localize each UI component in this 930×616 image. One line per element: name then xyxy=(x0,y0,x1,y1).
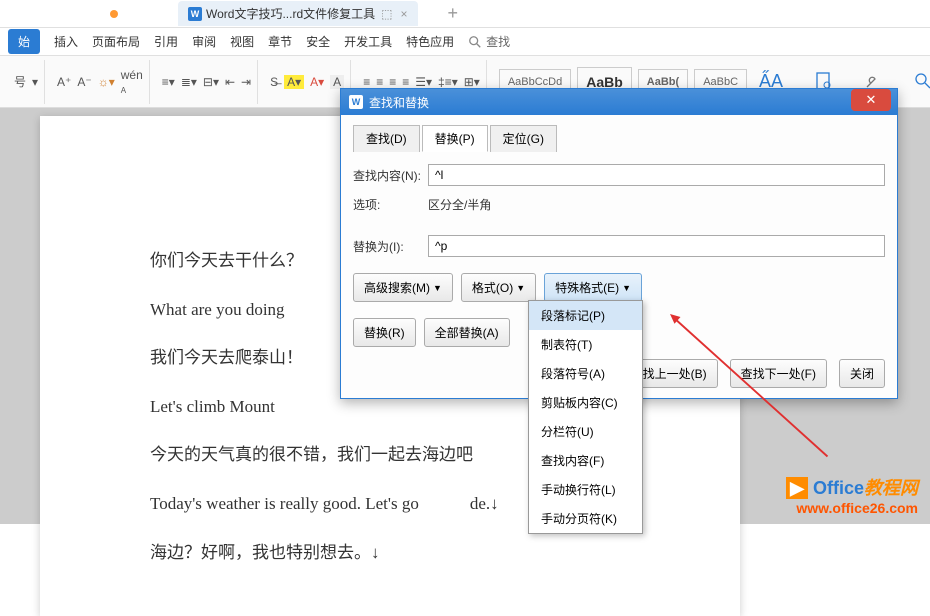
font-format-group: S̶ A▾ A▾ A xyxy=(264,60,351,104)
font-style-group: A⁺ A⁻ ☼▾ wénA xyxy=(51,60,150,104)
chevron-down-icon: ▼ xyxy=(622,283,631,293)
menu-view[interactable]: 视图 xyxy=(230,33,254,50)
font-color-icon[interactable]: A▾ xyxy=(310,75,324,89)
close-tab-icon[interactable]: × xyxy=(400,7,407,21)
align-justify-icon[interactable]: ≡ xyxy=(402,75,409,89)
strikethrough-icon[interactable]: S̶ xyxy=(270,75,278,89)
bullet-list-icon[interactable]: ≡▾ xyxy=(162,75,175,89)
menu-search[interactable]: 查找 xyxy=(468,33,510,50)
increase-font-icon[interactable]: A⁺ xyxy=(57,75,71,89)
special-format-button[interactable]: 特殊格式(E)▼ xyxy=(544,273,642,302)
list-group: ≡▾ ≣▾ ⊟▾ ⇤ ⇥ xyxy=(156,60,258,104)
shading-icon[interactable]: A xyxy=(330,75,344,89)
word-icon: W xyxy=(349,95,363,109)
align-right-icon[interactable]: ≡ xyxy=(389,75,396,89)
replace-input[interactable] xyxy=(428,235,885,257)
align-center-icon[interactable]: ≡ xyxy=(376,75,383,89)
dialog-title-text: 查找和替换 xyxy=(369,94,429,111)
watermark-url: www.office26.com xyxy=(786,500,918,516)
multilevel-list-icon[interactable]: ⊟▾ xyxy=(203,75,219,89)
line-spacing-icon[interactable]: ‡≡▾ xyxy=(438,75,458,89)
borders-icon[interactable]: ⊞▾ xyxy=(464,75,480,89)
menu-insert[interactable]: 插入 xyxy=(54,33,78,50)
menu-item-column-break[interactable]: 分栏符(U) xyxy=(529,417,642,446)
distribute-icon[interactable]: ☰▾ xyxy=(415,75,432,89)
menu-special[interactable]: 特色应用 xyxy=(406,33,454,50)
replace-label: 替换为(I): xyxy=(353,238,428,255)
menu-references[interactable]: 引用 xyxy=(154,33,178,50)
menu-chapter[interactable]: 章节 xyxy=(268,33,292,50)
watermark-brand-icon: ▶ xyxy=(786,477,808,499)
dialog-tabs: 查找(D) 替换(P) 定位(G) xyxy=(353,125,885,152)
options-label: 选项: xyxy=(353,196,428,213)
paragraph: 海边？好啊，我也特别想去。↓ xyxy=(150,538,690,569)
special-format-menu: 段落标记(P) 制表符(T) 段落符号(A) 剪贴板内容(C) 分栏符(U) 查… xyxy=(528,300,643,534)
font-dropdown-icon[interactable]: ▾ xyxy=(32,75,38,89)
font-size-label: 号 xyxy=(14,73,26,90)
tab-replace[interactable]: 替换(P) xyxy=(422,125,488,152)
options-row: 选项: 区分全/半角 xyxy=(353,196,885,213)
align-left-icon[interactable]: ≡ xyxy=(363,75,370,89)
replace-all-button[interactable]: 全部替换(A) xyxy=(424,318,510,347)
new-tab-button[interactable]: + xyxy=(448,3,459,24)
replace-button[interactable]: 替换(R) xyxy=(353,318,416,347)
menu-review[interactable]: 审阅 xyxy=(192,33,216,50)
button-row-1: 高级搜索(M)▼ 格式(O)▼ 特殊格式(E)▼ xyxy=(353,273,885,302)
doc-tab-label: Word文字技巧...rd文件修复工具 xyxy=(206,5,375,22)
dialog-close-button[interactable]: ✕ xyxy=(851,89,891,111)
menu-item-paragraph-mark[interactable]: 段落标记(P) xyxy=(529,301,642,330)
menu-item-paragraph-symbol[interactable]: 段落符号(A) xyxy=(529,359,642,388)
decrease-indent-icon[interactable]: ⇤ xyxy=(225,75,235,89)
find-input[interactable] xyxy=(428,164,885,186)
format-button[interactable]: 格式(O)▼ xyxy=(461,273,536,302)
menu-security[interactable]: 安全 xyxy=(306,33,330,50)
find-label: 查找内容(N): xyxy=(353,167,428,184)
decrease-font-icon[interactable]: A⁻ xyxy=(77,75,91,89)
font-size-group: 号 ▾ xyxy=(8,60,45,104)
highlight-icon[interactable]: A▾ xyxy=(284,75,304,89)
menu-item-manual-line-break[interactable]: 手动换行符(L) xyxy=(529,475,642,504)
watermark: ▶ Office教程网 www.office26.com xyxy=(786,474,918,516)
pinyin-icon[interactable]: wénA xyxy=(121,68,143,96)
number-list-icon[interactable]: ≣▾ xyxy=(181,75,197,89)
find-next-button[interactable]: 查找下一处(F) xyxy=(730,359,827,388)
chevron-down-icon: ▼ xyxy=(516,283,525,293)
tab-goto[interactable]: 定位(G) xyxy=(490,125,557,152)
menu-devtools[interactable]: 开发工具 xyxy=(344,33,392,50)
menu-item-manual-page-break[interactable]: 手动分页符(K) xyxy=(529,504,642,533)
menu-start[interactable]: 始 xyxy=(8,29,40,54)
menu-item-find-content[interactable]: 查找内容(F) xyxy=(529,446,642,475)
word-icon: W xyxy=(188,7,202,21)
options-value: 区分全/半角 xyxy=(428,196,491,213)
modified-indicator xyxy=(110,10,118,18)
close-button[interactable]: 关闭 xyxy=(839,359,885,388)
zoom-icon[interactable] xyxy=(913,71,930,91)
menu-item-tab[interactable]: 制表符(T) xyxy=(529,330,642,359)
chevron-down-icon: ▼ xyxy=(433,283,442,293)
watermark-text-1: Office xyxy=(813,478,864,498)
watermark-text-2: 教程网 xyxy=(864,478,918,498)
menu-layout[interactable]: 页面布局 xyxy=(92,33,140,50)
dialog-titlebar[interactable]: W 查找和替换 ✕ xyxy=(341,89,897,115)
titlebar: W Word文字技巧...rd文件修复工具 ⬚ × + xyxy=(0,0,930,28)
menu-item-clipboard[interactable]: 剪贴板内容(C) xyxy=(529,388,642,417)
document-tab[interactable]: W Word文字技巧...rd文件修复工具 ⬚ × xyxy=(178,1,418,26)
search-icon xyxy=(468,35,482,49)
increase-indent-icon[interactable]: ⇥ xyxy=(241,75,251,89)
change-case-icon[interactable]: ☼▾ xyxy=(98,75,115,89)
find-row: 查找内容(N): xyxy=(353,164,885,186)
replace-row: 替换为(I): xyxy=(353,235,885,257)
menubar: 始 插入 页面布局 引用 审阅 视图 章节 安全 开发工具 特色应用 查找 xyxy=(0,28,930,56)
advanced-search-button[interactable]: 高级搜索(M)▼ xyxy=(353,273,453,302)
doc-status-icon: ⬚ xyxy=(381,7,392,21)
tab-find[interactable]: 查找(D) xyxy=(353,125,420,152)
